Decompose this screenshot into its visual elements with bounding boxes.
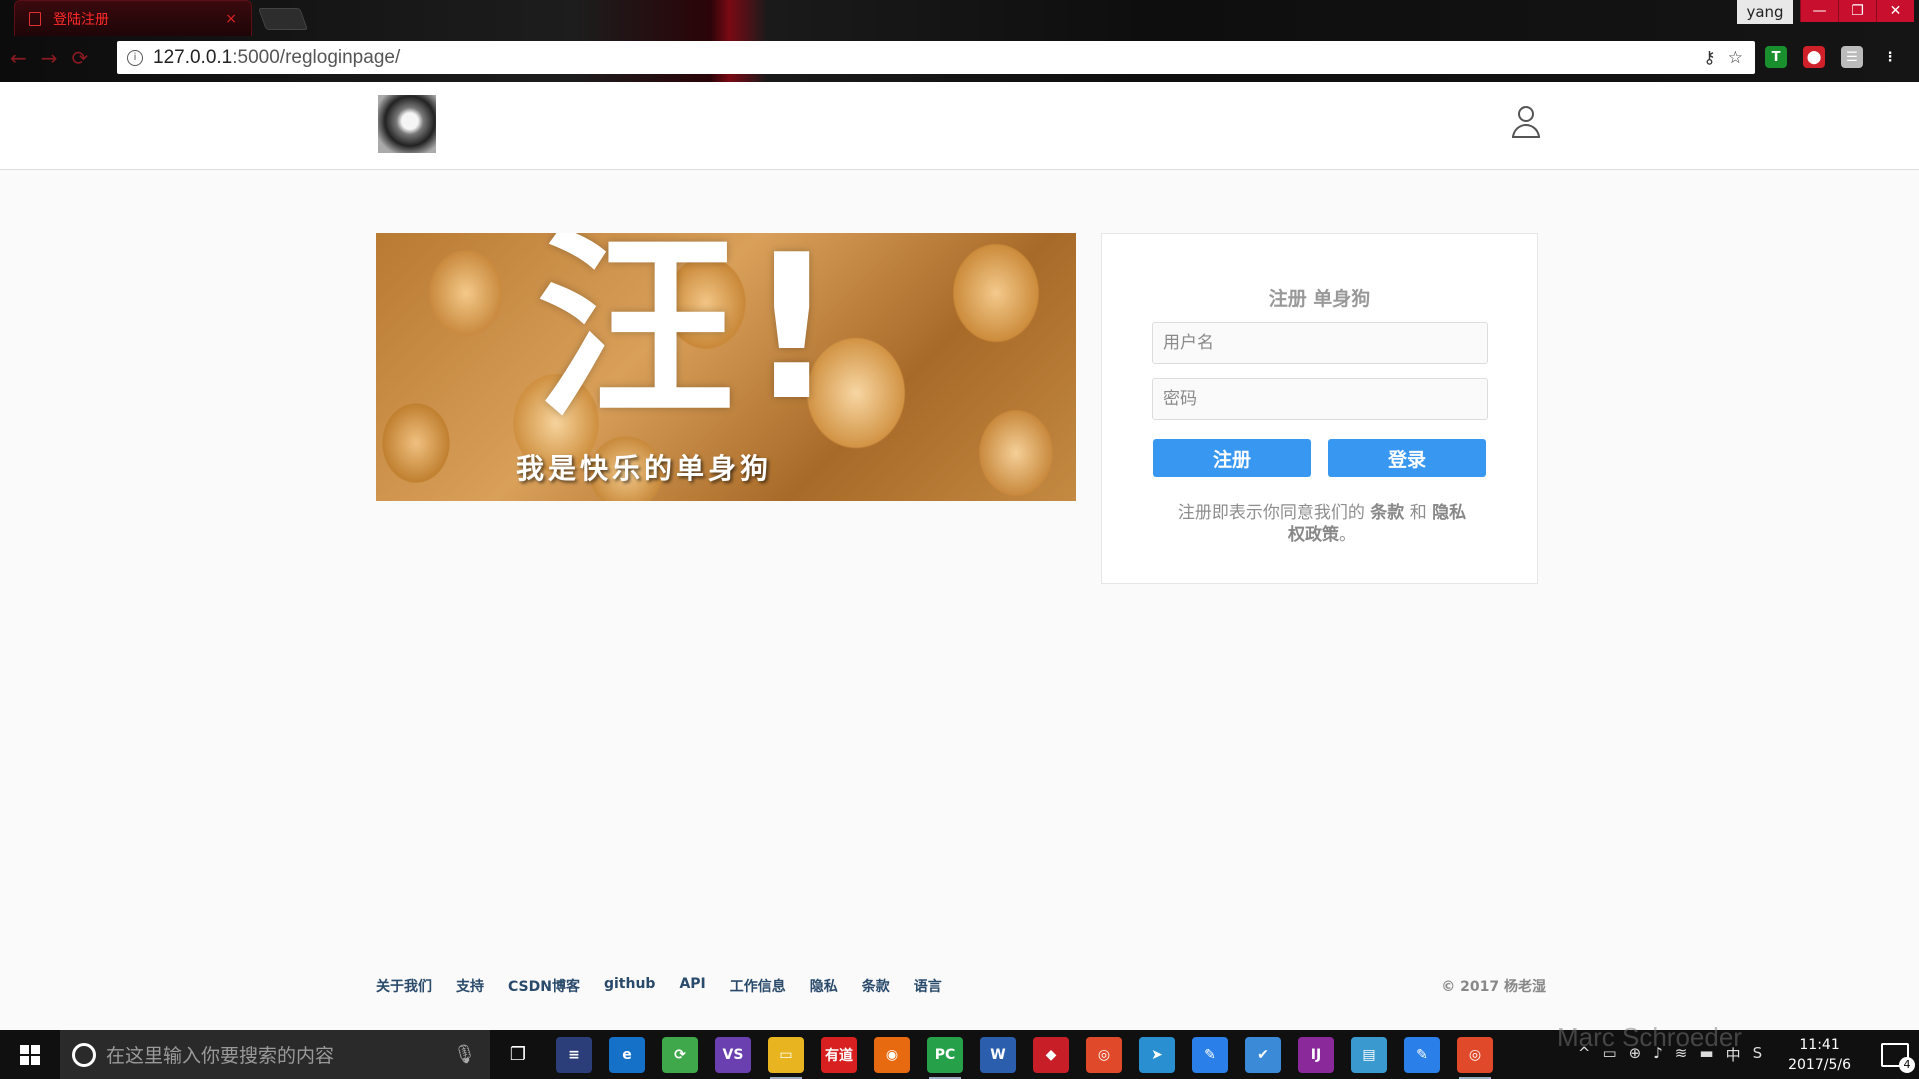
register-button[interactable]: 注册 <box>1153 439 1311 477</box>
taskbar-app-icon[interactable]: ✔ <box>1245 1036 1281 1073</box>
password-input[interactable] <box>1152 378 1488 420</box>
minimize-icon[interactable]: — <box>1800 0 1838 22</box>
url-path: :5000/regloginpage/ <box>232 46 401 68</box>
footer-link[interactable]: API <box>679 976 705 996</box>
taskbar-app-icon[interactable]: ◉ <box>874 1036 910 1073</box>
taskbar-app-icon[interactable]: ⟳ <box>662 1036 698 1073</box>
clock-date: 2017/5/6 <box>1788 1056 1851 1073</box>
taskbar-app-icon[interactable]: ◎ <box>1457 1036 1493 1079</box>
microphone-icon[interactable]: 🎙 <box>453 1044 476 1065</box>
register-title: 注册 单身狗 <box>1268 288 1371 310</box>
site-footer: 关于我们 支持 CSDN博客 github API 工作信息 隐私 条款 语言 © 2017 杨… <box>376 976 1546 998</box>
taskbar-search[interactable]: 在这里输入你要搜索的内容 🎙 <box>60 1030 490 1079</box>
notification-center-icon[interactable]: 4 <box>1881 1042 1915 1073</box>
taskbar-app-icon[interactable]: ✎ <box>1192 1036 1228 1073</box>
tab-title: 登陆注册 <box>53 11 109 28</box>
site-header <box>0 82 1919 170</box>
doge-banner-image: 汪! 我是快乐的单身狗 <box>376 233 1076 501</box>
restore-icon[interactable]: ❐ <box>1838 0 1876 22</box>
pinned-apps: ≡ e ⟳ VS ▭ 有道 ◉ PC W ◆ ◎ ➤ ✎ ✔ IJ ▤ ✎ ◎ <box>556 1036 1493 1079</box>
windows-logo-icon <box>20 1044 40 1065</box>
clock-time: 11:41 <box>1799 1036 1840 1053</box>
taskbar-app-icon[interactable]: W <box>980 1036 1016 1073</box>
taskbar-app-icon[interactable]: ▭ <box>768 1036 804 1079</box>
extension-icon[interactable]: ⋮ <box>1879 46 1901 68</box>
terms-suffix: 。 <box>1339 525 1356 545</box>
taskbar-app-icon[interactable]: ◆ <box>1033 1036 1069 1073</box>
footer-link[interactable]: 条款 <box>862 976 890 996</box>
copyright: © 2017 杨老湿 <box>1441 979 1546 995</box>
cortana-icon <box>72 1042 96 1067</box>
browser-tab-active[interactable]: 登陆注册 × <box>14 0 252 36</box>
footer-links: 关于我们 支持 CSDN博客 github API 工作信息 隐私 条款 语言 <box>376 976 1546 996</box>
footer-link[interactable]: github <box>604 976 655 996</box>
taskbar-app-icon[interactable]: ▤ <box>1351 1036 1387 1073</box>
footer-link[interactable]: 工作信息 <box>730 976 786 996</box>
taskbar-app-icon[interactable]: PC <box>927 1036 963 1079</box>
url-host: 127.0.0.1 <box>153 46 233 68</box>
reload-icon[interactable]: ⟳ <box>72 46 89 70</box>
terms-and: 和 <box>1409 503 1427 523</box>
browser-chrome: 登陆注册 × yang — ❐ ✕ ← → ⟳ i 127.0.0.1:5000… <box>0 0 1919 82</box>
username-input[interactable] <box>1152 322 1488 364</box>
site-logo[interactable] <box>378 95 436 153</box>
login-button[interactable]: 登录 <box>1328 439 1486 477</box>
new-tab-button[interactable] <box>257 8 309 30</box>
page-icon <box>29 11 41 26</box>
banner-sub-text: 我是快乐的单身狗 <box>516 452 773 485</box>
url-text[interactable]: 127.0.0.1:5000/regloginpage/ <box>153 47 1703 69</box>
notification-count: 4 <box>1899 1056 1915 1073</box>
extension-icons: T ⬤ ☰ ⋮ <box>1765 46 1901 68</box>
footer-link[interactable]: 关于我们 <box>376 976 432 996</box>
profile-button[interactable]: yang <box>1737 0 1793 24</box>
nav-buttons: ← → ⟳ <box>10 46 88 70</box>
taskbar-search-placeholder: 在这里输入你要搜索的内容 <box>106 1045 335 1067</box>
extension-icon[interactable]: T <box>1765 46 1787 68</box>
taskbar-app-icon[interactable]: ✎ <box>1404 1036 1440 1073</box>
window-controls: — ❐ ✕ <box>1800 0 1914 22</box>
footer-link[interactable]: 支持 <box>456 976 484 996</box>
task-view-icon[interactable]: ❐ <box>490 1044 546 1065</box>
back-icon[interactable]: ← <box>10 46 27 70</box>
extension-icon[interactable]: ⬤ <box>1803 46 1825 68</box>
tab-close-icon[interactable]: × <box>225 11 237 27</box>
footer-link[interactable]: CSDN博客 <box>508 976 580 996</box>
footer-link[interactable]: 语言 <box>914 976 942 996</box>
taskbar-app-icon[interactable]: 有道 <box>821 1036 857 1073</box>
banner-big-text: 汪! <box>536 233 848 445</box>
extension-icon[interactable]: ☰ <box>1841 46 1863 68</box>
info-icon[interactable]: i <box>127 49 143 66</box>
close-window-icon[interactable]: ✕ <box>1876 0 1914 22</box>
taskbar-app-icon[interactable]: e <box>609 1036 645 1073</box>
address-bar[interactable]: i 127.0.0.1:5000/regloginpage/ ⚷ ☆ <box>117 41 1755 74</box>
terms-prefix: 注册即表示你同意我们的 <box>1177 503 1365 523</box>
start-button[interactable] <box>0 1030 60 1079</box>
register-card: 注册 单身狗 注册 登录 注册即表示你同意我们的 条款 和 隐私权政策。 <box>1101 233 1538 584</box>
taskbar-app-icon[interactable]: ◎ <box>1086 1036 1122 1073</box>
clock[interactable]: 11:41 2017/5/6 <box>1788 1035 1851 1075</box>
taskbar-app-icon[interactable]: ➤ <box>1139 1036 1175 1073</box>
key-icon[interactable]: ⚷ <box>1703 48 1715 68</box>
terms-notice: 注册即表示你同意我们的 条款 和 隐私权政策。 <box>1172 502 1472 546</box>
terms-link[interactable]: 条款 <box>1370 503 1404 523</box>
bookmark-star-icon[interactable]: ☆ <box>1728 48 1743 68</box>
taskbar-app-icon[interactable]: ≡ <box>556 1036 592 1073</box>
tray-icon[interactable]: S <box>1753 1044 1763 1065</box>
taskbar-app-icon[interactable]: VS <box>715 1036 751 1073</box>
forward-icon[interactable]: → <box>41 46 58 70</box>
user-icon[interactable] <box>1511 106 1541 140</box>
taskbar-app-icon[interactable]: IJ <box>1298 1036 1334 1073</box>
watermark-text: Marc Schroeder <box>1557 1022 1742 1052</box>
footer-link[interactable]: 隐私 <box>810 976 838 996</box>
